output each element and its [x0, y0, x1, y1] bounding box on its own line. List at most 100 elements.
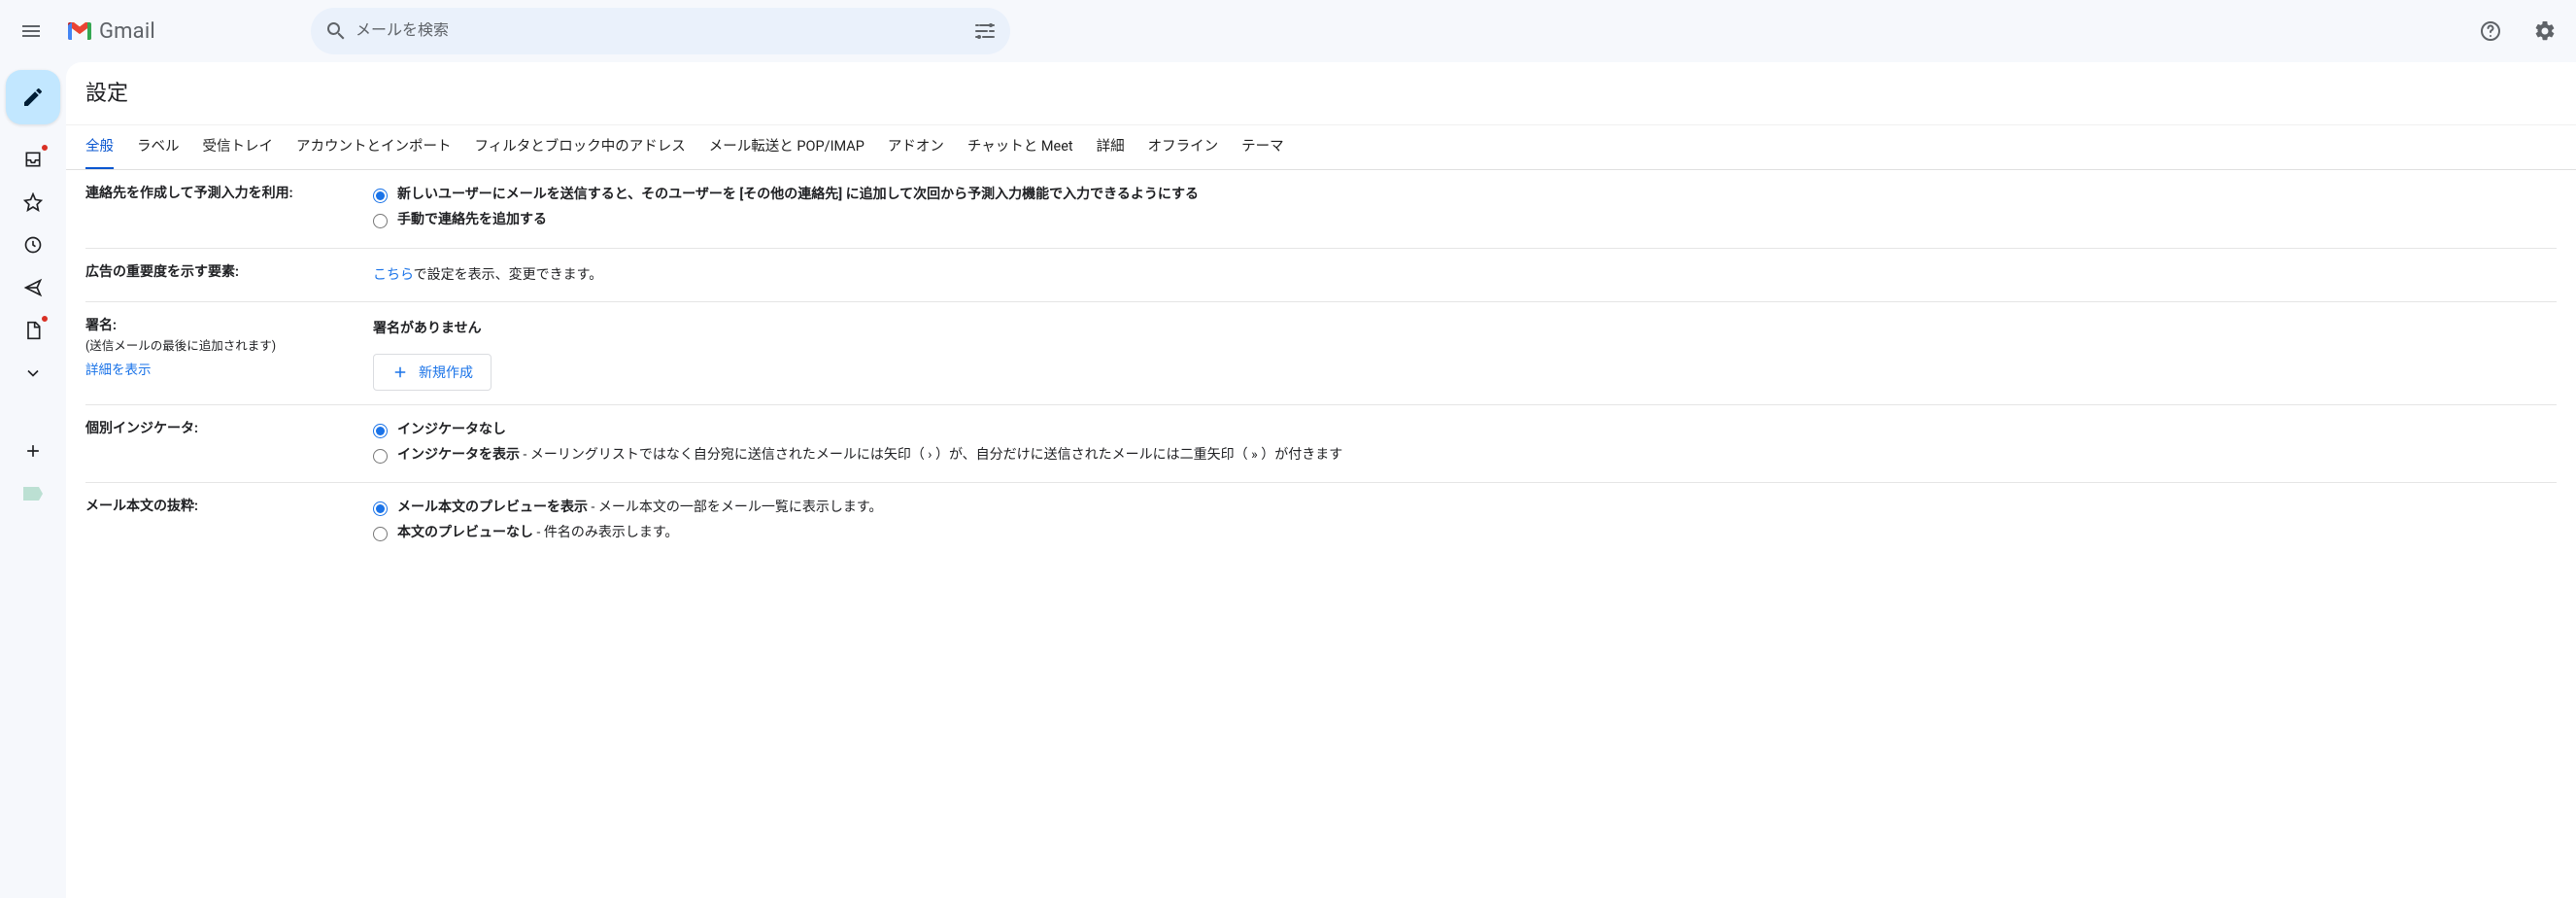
setting-value: 新しいユーザーにメールを送信すると、そのユーザーを [その他の連絡先] に追加し… [373, 184, 2557, 234]
setting-value: メール本文のプレビューを表示 - メール本文の一部をメール一覧に表示します。 本… [373, 497, 2557, 547]
setting-row-indicators: 個別インジケータ: インジケータなし インジケータを表示 - メーリングリストで… [85, 405, 2557, 484]
gear-icon [2533, 19, 2557, 43]
tab-アドオン[interactable]: アドオン [888, 125, 944, 169]
search-icon [324, 19, 348, 43]
radio-option[interactable]: インジケータを表示 - メーリングリストではなく自分宛に送信されたメールには矢印… [373, 444, 2557, 467]
option-label: 本文のプレビューなし [397, 525, 533, 540]
tab-メール転送と POP/IMAP[interactable]: メール転送と POP/IMAP [709, 125, 864, 169]
radio-input[interactable] [373, 189, 388, 203]
nav-new-label[interactable] [17, 435, 49, 466]
setting-value: 署名がありません 新規作成 [373, 316, 2557, 391]
settings-button[interactable] [2522, 8, 2568, 54]
setting-label: 連絡先を作成して予測入力を利用: [85, 184, 365, 234]
ads-tail-text: で設定を表示、変更できます。 [414, 267, 603, 283]
app-header: Gmail [0, 0, 2576, 62]
search-bar [311, 8, 1010, 54]
radio-option[interactable]: 本文のプレビューなし - 件名のみ表示します。 [373, 522, 2557, 545]
radio-option[interactable]: インジケータなし [373, 419, 2557, 442]
tab-フィルタとブロック中のアドレス[interactable]: フィルタとブロック中のアドレス [475, 125, 686, 169]
tab-チャットと Meet[interactable]: チャットと Meet [967, 125, 1073, 169]
page-title: 設定 [66, 62, 2576, 124]
setting-label-sub: (送信メールの最後に追加されます) [85, 339, 276, 354]
radio-input[interactable] [373, 527, 388, 541]
label-tag-icon [23, 487, 43, 501]
setting-value: こちらで設定を表示、変更できます。 [373, 262, 2557, 289]
gmail-logo-text: Gmail [99, 19, 155, 44]
tune-icon [973, 19, 997, 43]
tab-アカウントとインポート[interactable]: アカウントとインポート [296, 125, 452, 169]
nav-starred[interactable] [17, 187, 49, 218]
compose-button[interactable] [6, 70, 60, 124]
radio-input[interactable] [373, 501, 388, 516]
no-signature-text: 署名がありません [373, 316, 2557, 342]
file-icon [23, 321, 43, 340]
nav-drafts[interactable] [17, 315, 49, 346]
setting-label: 署名: (送信メールの最後に追加されます) 詳細を表示 [85, 316, 365, 391]
nav-rail [0, 62, 66, 898]
radio-option[interactable]: メール本文のプレビューを表示 - メール本文の一部をメール一覧に表示します。 [373, 497, 2557, 520]
setting-label-text: メール本文の抜粋: [85, 499, 198, 514]
setting-label-text: 連絡先を作成して予測入力を利用: [85, 186, 293, 201]
chevron-down-icon [23, 363, 43, 383]
option-desc: - 件名のみ表示します。 [533, 525, 678, 540]
setting-row-ads: 広告の重要度を示す要素: こちらで設定を表示、変更できます。 [85, 249, 2557, 303]
setting-row-snippets: メール本文の抜粋: メール本文のプレビューを表示 - メール本文の一部をメール一… [85, 483, 2557, 561]
radio-option[interactable]: 新しいユーザーにメールを送信すると、そのユーザーを [その他の連絡先] に追加し… [373, 184, 2557, 207]
radio-input[interactable] [373, 449, 388, 464]
nav-label-tag[interactable] [17, 478, 49, 509]
star-icon [23, 192, 43, 212]
setting-row-signature: 署名: (送信メールの最後に追加されます) 詳細を表示 署名がありません 新規作… [85, 302, 2557, 405]
tab-詳細[interactable]: 詳細 [1097, 125, 1125, 169]
search-button[interactable] [317, 12, 356, 51]
signature-details-link[interactable]: 詳細を表示 [85, 361, 152, 380]
setting-label: メール本文の抜粋: [85, 497, 365, 547]
tab-オフライン[interactable]: オフライン [1148, 125, 1219, 169]
body: 設定 全般ラベル受信トレイアカウントとインポートフィルタとブロック中のアドレスメ… [0, 62, 2576, 898]
tab-ラベル[interactable]: ラベル [137, 125, 180, 169]
option-label: インジケータなし [397, 419, 506, 442]
setting-value: インジケータなし インジケータを表示 - メーリングリストではなく自分宛に送信さ… [373, 419, 2557, 469]
settings-tabs: 全般ラベル受信トレイアカウントとインポートフィルタとブロック中のアドレスメール転… [66, 124, 2576, 170]
new-signature-label: 新規作成 [419, 363, 473, 382]
search-options-button[interactable] [966, 12, 1004, 51]
support-button[interactable] [2467, 8, 2514, 54]
nav-sent[interactable] [17, 272, 49, 303]
plus-icon [391, 363, 409, 381]
setting-label-text: 個別インジケータ: [85, 421, 198, 436]
setting-label: 個別インジケータ: [85, 419, 365, 469]
option-label: 手動で連絡先を追加する [397, 209, 547, 232]
nav-inbox[interactable] [17, 144, 49, 175]
gmail-logo-icon [66, 20, 93, 42]
tab-テーマ[interactable]: テーマ [1241, 125, 1284, 169]
setting-label-text: 広告の重要度を示す要素: [85, 264, 239, 280]
unread-dot [41, 315, 49, 323]
hamburger-icon [19, 19, 43, 43]
option-desc: - メーリングリストではなく自分宛に送信されたメールには矢印（ › ）が、自分だ… [520, 447, 1342, 463]
radio-input[interactable] [373, 214, 388, 228]
clock-icon [23, 235, 43, 255]
unread-dot [41, 144, 49, 152]
main-menu-button[interactable] [8, 8, 54, 54]
settings-list: 連絡先を作成して予測入力を利用: 新しいユーザーにメールを送信すると、そのユーザ… [66, 170, 2576, 898]
nav-more[interactable] [17, 358, 49, 389]
setting-row-contacts: 連絡先を作成して予測入力を利用: 新しいユーザーにメールを送信すると、そのユーザ… [85, 170, 2557, 249]
new-signature-button[interactable]: 新規作成 [373, 354, 491, 391]
nav-snoozed[interactable] [17, 229, 49, 260]
ads-link[interactable]: こちら [373, 267, 414, 283]
inbox-icon [23, 150, 43, 169]
option-label: インジケータを表示 [397, 447, 520, 463]
radio-option[interactable]: 手動で連絡先を追加する [373, 209, 2557, 232]
option-label: メール本文のプレビューを表示 [397, 500, 588, 515]
plus-icon [23, 441, 43, 461]
search-input[interactable] [356, 22, 966, 40]
settings-panel: 設定 全般ラベル受信トレイアカウントとインポートフィルタとブロック中のアドレスメ… [66, 62, 2576, 898]
radio-input[interactable] [373, 424, 388, 438]
gmail-logo[interactable]: Gmail [62, 19, 293, 44]
send-icon [23, 278, 43, 297]
setting-label-text: 署名: [85, 318, 117, 333]
tab-受信トレイ[interactable]: 受信トレイ [203, 125, 274, 169]
help-icon [2479, 19, 2502, 43]
tab-全般[interactable]: 全般 [85, 125, 114, 170]
option-label: 新しいユーザーにメールを送信すると、そのユーザーを [その他の連絡先] に追加し… [397, 184, 1199, 207]
pencil-icon [21, 86, 45, 109]
